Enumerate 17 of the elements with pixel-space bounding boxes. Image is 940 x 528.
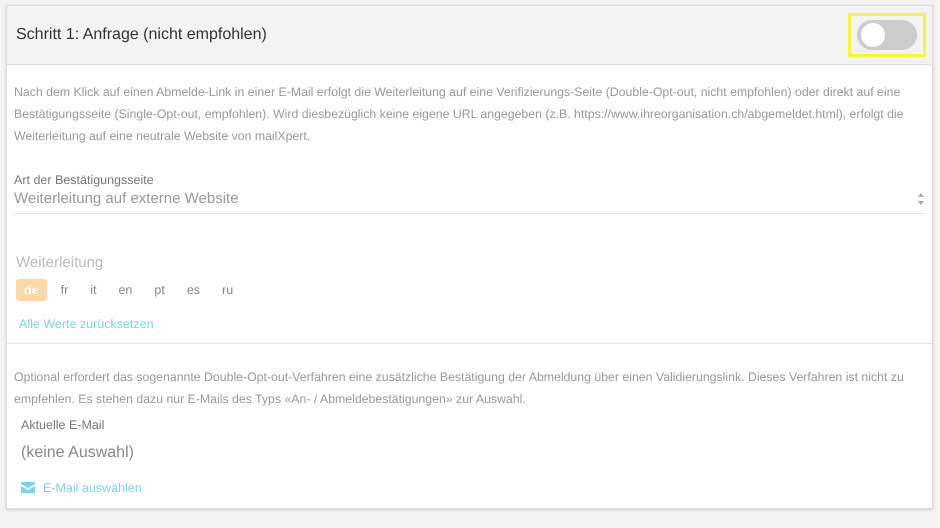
toggle-switch[interactable] bbox=[857, 20, 917, 50]
language-tab[interactable]: fr bbox=[52, 279, 76, 301]
language-tab[interactable]: en bbox=[110, 279, 140, 301]
field-label: Art der Bestätigungsseite bbox=[14, 173, 155, 187]
description-text: Nach dem Klick auf einen Abmelde-Link in einer E-Mail erfolgt die Weiterleitung auf eine Verifizierungs-Seite (Double-Opt-out, nicht empfohlen) oder direkt auf eine Bestätigungsseite (Single-Opt-out, empfohlen). Wird diesbezüglich keine eigene URL angegeben (z.B. https://www.ihreorganisation.ch/abgemeldet.html), erfolgt die Weiterleitung auf eine neutrale Website von mailXpert. bbox=[14, 84, 905, 145]
description-text: Optional erfordert das sogenannte Double-Opt-out-Verfahren eine zusätzliche Bestätigung der Abmeldung über einen Validierungslink. Dieses Verfahren ist nicht zu empfehlen. Es stehen dazu nur E-Mails des Typs «An- / Abmeldebestätigungen» zur Auswahl. bbox=[14, 369, 905, 408]
page-type-select[interactable]: Weiterleitung auf externe Website bbox=[14, 187, 925, 214]
field-label: Aktuelle E-Mail bbox=[21, 418, 106, 432]
card-title: Schritt 1: Anfrage (nicht empfohlen) bbox=[16, 26, 267, 44]
section-label: Weiterleitung bbox=[16, 254, 104, 271]
language-tab[interactable]: it bbox=[82, 279, 104, 301]
email-value: (keine Auswahl) bbox=[21, 444, 135, 462]
sort-icon bbox=[917, 192, 925, 206]
language-tab[interactable]: es bbox=[178, 279, 208, 301]
language-tab[interactable]: ru bbox=[214, 279, 242, 301]
envelope-icon bbox=[21, 482, 35, 493]
language-tab[interactable]: pt bbox=[146, 279, 173, 301]
